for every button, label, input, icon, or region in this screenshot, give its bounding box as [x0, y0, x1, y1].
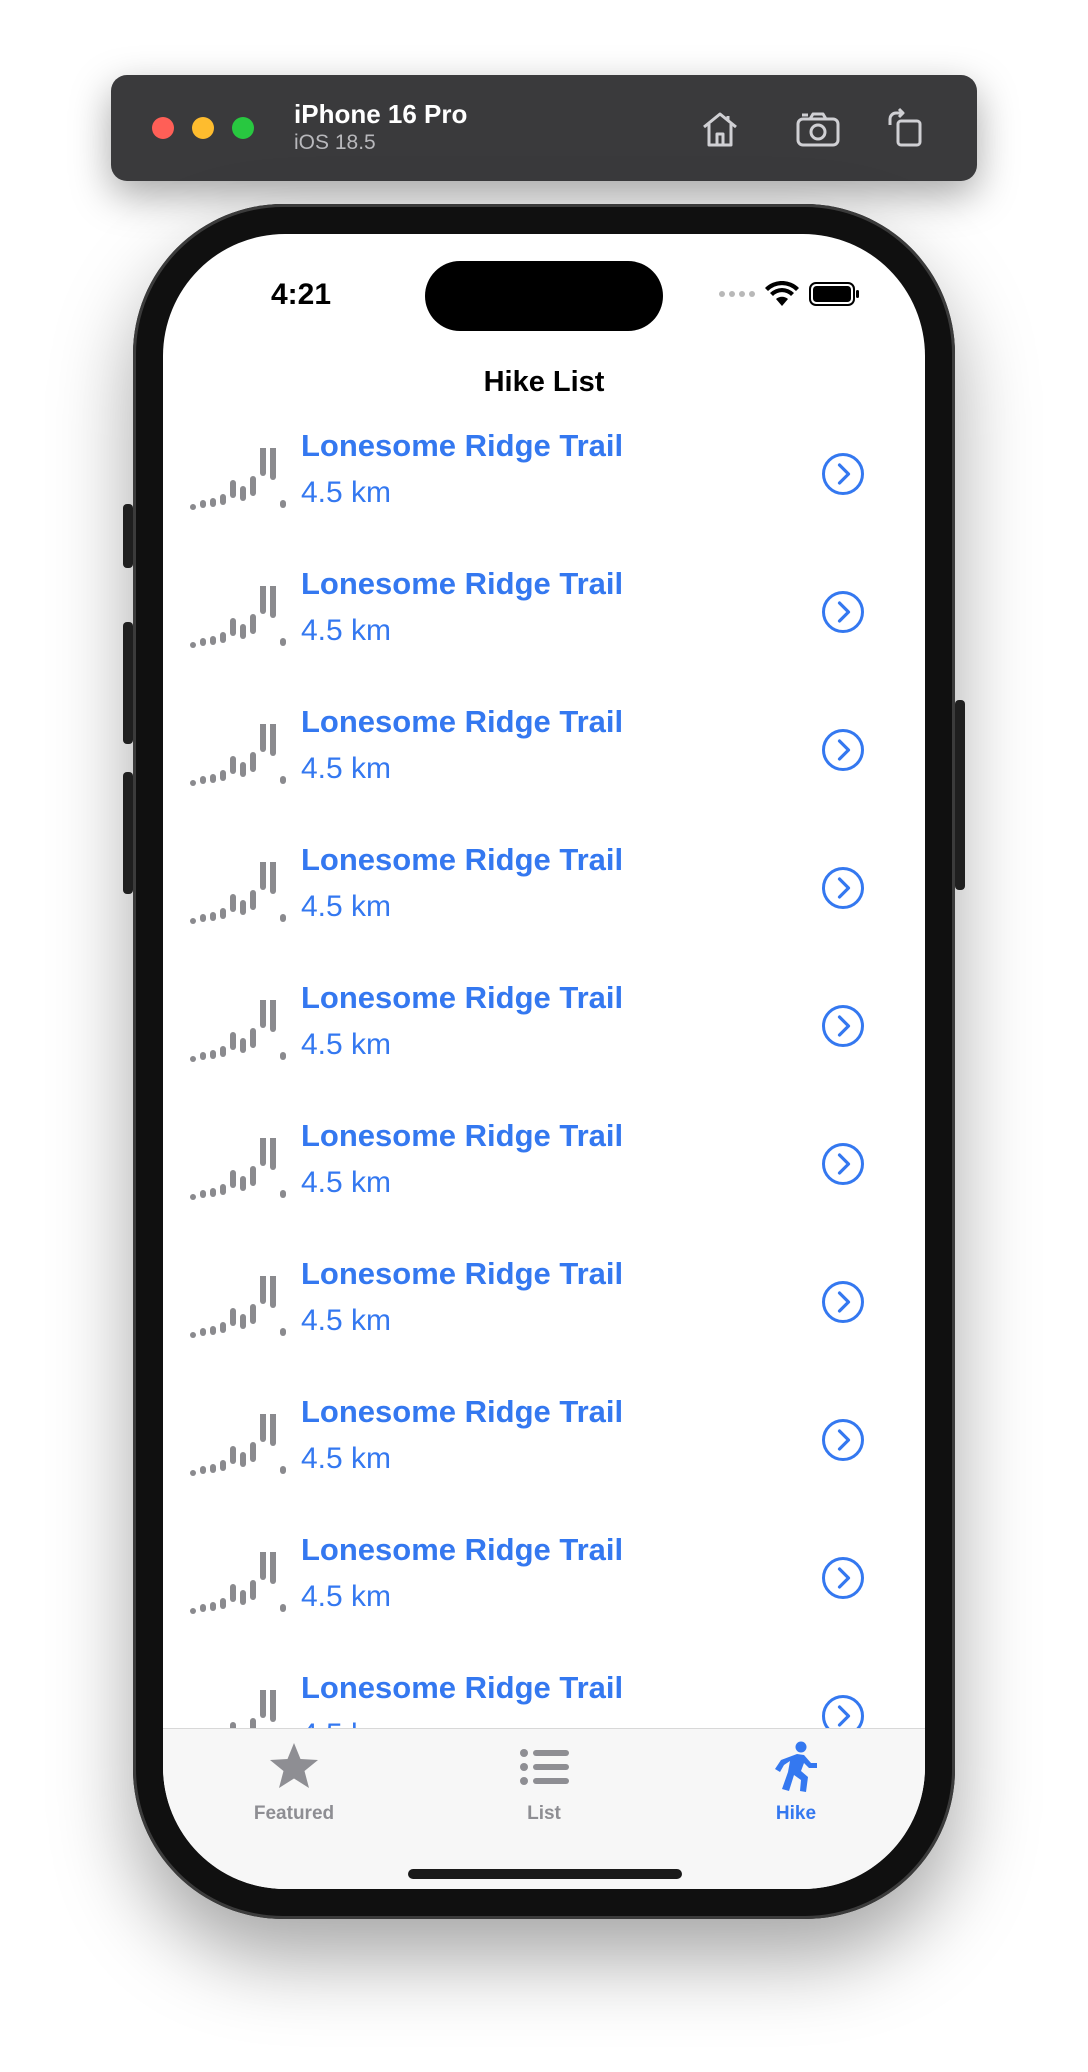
action-button [123, 504, 133, 568]
chevron-right-circle-icon[interactable] [821, 1556, 865, 1600]
chevron-right-circle-icon[interactable] [821, 452, 865, 496]
hike-name: Lonesome Ridge Trail [301, 1670, 624, 1705]
status-time: 4:21 [271, 278, 332, 311]
hike-row[interactable]: Lonesome Ridge Trail 4.5 km [163, 828, 925, 966]
elevation-graph-icon [230, 1690, 276, 1728]
home-indicator[interactable] [408, 1869, 682, 1879]
tab-hike-label: Hike [775, 1803, 817, 1824]
hike-distance: 4.5 km [301, 1718, 391, 1728]
hiker-icon [775, 1741, 817, 1792]
cellular-signal-icon [719, 291, 755, 297]
chevron-right-circle-icon[interactable] [821, 1694, 865, 1728]
hike-distance: 4.5 km [301, 752, 392, 785]
hike-distance: 4.5 km [301, 1304, 392, 1337]
hike-row[interactable]: Lonesome Ridge Trail 4.5 km [163, 690, 925, 828]
zoom-window-button[interactable] [232, 117, 254, 139]
hike-name: Lonesome Ridge Trail [301, 1532, 624, 1567]
hike-name: Lonesome Ridge Trail [301, 704, 624, 739]
list-icon [520, 1749, 569, 1785]
chevron-right-circle-icon[interactable] [821, 728, 865, 772]
nav-title: Hike List [483, 366, 605, 398]
volume-up-button [123, 622, 133, 744]
screenshot-button[interactable] [794, 105, 842, 153]
simulator-window: iPhone 16 Pro iOS 18.5 4:21 Hike List Lo… [0, 0, 1088, 2072]
volume-down-button [123, 772, 133, 894]
tab-featured[interactable]: Featured [224, 1739, 364, 1839]
elevation-graph-icon [190, 1552, 286, 1614]
elevation-graph-icon [190, 1000, 286, 1062]
hike-name: Lonesome Ridge Trail [301, 1394, 624, 1429]
hike-row[interactable]: Lonesome Ridge Trail 4.5 km [163, 552, 925, 690]
elevation-graph-icon [190, 1414, 286, 1476]
status-indicators [719, 278, 861, 310]
tab-bar: Featured List Hike [163, 1728, 925, 1889]
chevron-right-circle-icon[interactable] [821, 1280, 865, 1324]
elevation-graph-icon [190, 586, 286, 648]
iphone-device-frame: 4:21 Hike List Lonesome Ridge Trail 4.5 k… [123, 204, 965, 1919]
tab-list-label: List [527, 1803, 561, 1824]
hike-row[interactable]: Lonesome Ridge Trail 4.5 km [163, 414, 925, 552]
star-icon [270, 1743, 318, 1788]
hike-row[interactable]: Lonesome Ridge Trail 4.5 km [163, 1380, 925, 1518]
home-button[interactable] [696, 105, 744, 153]
wifi-icon [765, 281, 799, 306]
hike-row[interactable]: Lonesome Ridge Trail 4.5 km [163, 1518, 925, 1656]
battery-icon [809, 282, 859, 306]
chevron-right-circle-icon[interactable] [821, 1004, 865, 1048]
hike-distance: 4.5 km [301, 614, 392, 647]
close-window-button[interactable] [152, 117, 174, 139]
dynamic-island [425, 261, 663, 331]
rotate-icon [888, 107, 922, 147]
hike-distance: 4.5 km [301, 476, 392, 509]
hike-distance: 4.5 km [301, 1166, 392, 1199]
tab-list[interactable]: List [474, 1739, 614, 1839]
os-version: iOS 18.5 [294, 131, 376, 154]
hike-name: Lonesome Ridge Trail [301, 842, 624, 877]
hike-name: Lonesome Ridge Trail [301, 1256, 624, 1291]
hike-name: Lonesome Ridge Trail [301, 1118, 624, 1153]
elevation-graph-icon [190, 448, 286, 510]
elevation-graph-icon [190, 862, 286, 924]
elevation-graph-icon [190, 1276, 286, 1338]
home-icon [703, 112, 737, 147]
hike-distance: 4.5 km [301, 890, 392, 923]
hike-row[interactable]: Lonesome Ridge Trail 4.5 km [163, 1242, 925, 1380]
hike-name: Lonesome Ridge Trail [301, 428, 624, 463]
hike-row[interactable]: Lonesome Ridge Trail 4.5 km [163, 966, 925, 1104]
elevation-graph-icon [190, 1138, 286, 1200]
chevron-right-circle-icon[interactable] [821, 1418, 865, 1462]
hike-distance: 4.5 km [301, 1028, 392, 1061]
rotate-button[interactable] [881, 105, 929, 153]
hike-list[interactable]: Lonesome Ridge Trail 4.5 km Lonesome Ridge… [163, 414, 925, 1728]
simulator-title-bar: iPhone 16 Pro iOS 18.5 [111, 75, 977, 181]
hike-name: Lonesome Ridge Trail [301, 980, 624, 1015]
hike-distance: 4.5 km [301, 1442, 392, 1475]
hike-row[interactable]: Lonesome Ridge Trail 4.5 km [163, 1656, 925, 1728]
chevron-right-circle-icon[interactable] [821, 866, 865, 910]
hike-row[interactable]: Lonesome Ridge Trail 4.5 km [163, 1104, 925, 1242]
tab-featured-label: Featured [253, 1803, 335, 1824]
hike-name: Lonesome Ridge Trail [301, 566, 624, 601]
chevron-right-circle-icon[interactable] [821, 590, 865, 634]
hike-distance: 4.5 km [301, 1580, 392, 1613]
tab-hike[interactable]: Hike [726, 1739, 866, 1839]
app-screen: 4:21 Hike List Lonesome Ridge Trail 4.5 k… [163, 234, 925, 1889]
chevron-right-circle-icon[interactable] [821, 1142, 865, 1186]
elevation-graph-icon [190, 724, 286, 786]
minimize-window-button[interactable] [192, 117, 214, 139]
device-name: iPhone 16 Pro [294, 99, 468, 129]
screenshot-icon [796, 112, 840, 147]
side-power-button [955, 700, 965, 890]
